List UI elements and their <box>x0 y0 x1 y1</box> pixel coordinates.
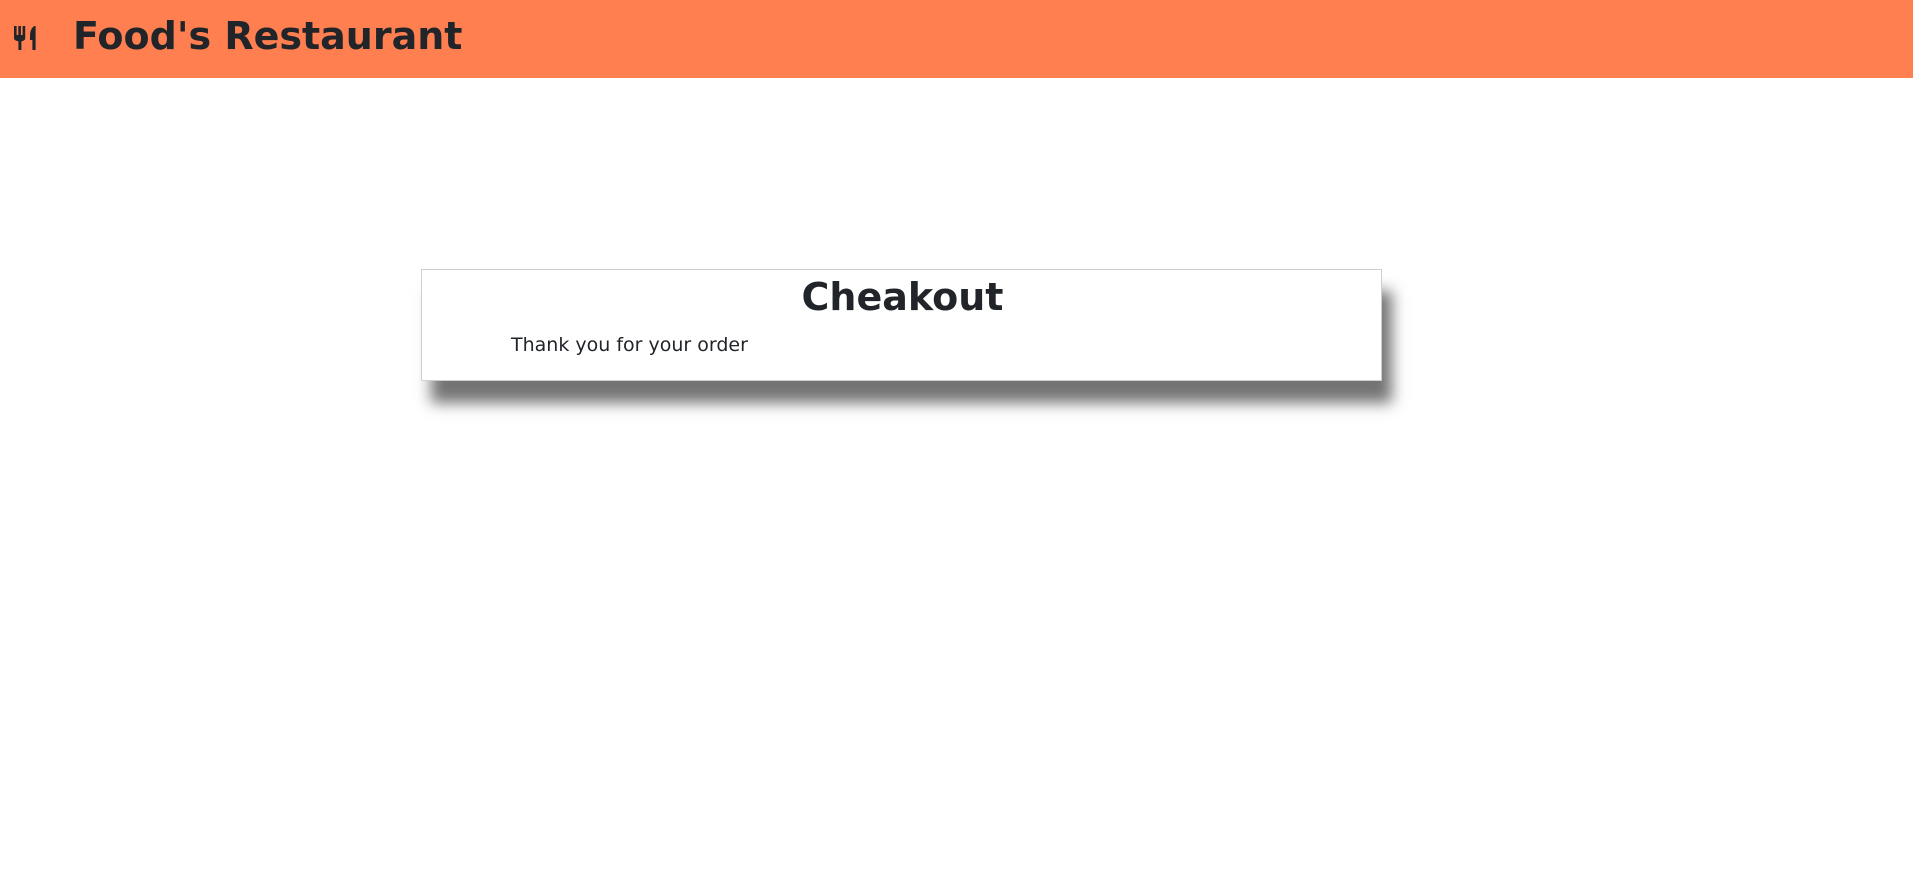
brand-title[interactable]: Food's Restaurant <box>73 13 462 59</box>
checkout-title: Cheakout <box>801 275 1004 319</box>
fork-knife-icon <box>12 24 40 52</box>
order-confirmation-message: Thank you for your order <box>511 334 748 356</box>
checkout-card: Cheakout Thank you for your order <box>421 269 1382 381</box>
top-navbar: Food's Restaurant <box>0 0 1913 78</box>
